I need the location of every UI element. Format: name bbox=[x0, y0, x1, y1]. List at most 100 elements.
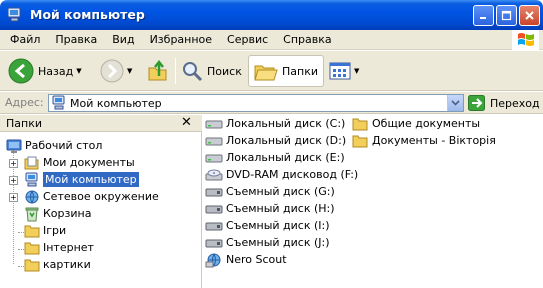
go-arrow-icon bbox=[468, 95, 485, 111]
up-folder-icon bbox=[148, 59, 167, 81]
title-bar[interactable]: Мой компьютер bbox=[0, 0, 543, 30]
folders-pane-title: Папки bbox=[6, 117, 42, 130]
item-label: DVD-RAM дисковод (F:) bbox=[226, 168, 359, 181]
search-icon bbox=[183, 62, 203, 82]
close-icon bbox=[525, 11, 534, 20]
item-label: Съемный диск (H:) bbox=[226, 202, 335, 215]
removable-drive-icon bbox=[205, 188, 223, 196]
go-button[interactable]: Переход bbox=[468, 95, 540, 111]
minimize-icon bbox=[480, 17, 486, 19]
tree-item-recycle-bin[interactable]: Корзина bbox=[24, 205, 91, 222]
folders-label: Папки bbox=[282, 64, 318, 78]
expand-my-computer[interactable]: + bbox=[9, 176, 18, 185]
back-arrow-icon bbox=[8, 58, 34, 84]
address-input[interactable]: Мой компьютер bbox=[48, 94, 464, 112]
menu-view[interactable]: Вид bbox=[105, 33, 142, 46]
tree-item-network[interactable]: Сетевое окружение bbox=[24, 188, 159, 205]
tree-item-label: картики bbox=[43, 258, 91, 271]
folder-icon bbox=[24, 225, 40, 237]
views-button[interactable]: ▼ bbox=[329, 55, 359, 87]
item-label: Локальный диск (C:) bbox=[226, 117, 346, 130]
up-folder-button[interactable] bbox=[146, 55, 170, 87]
folder-icon bbox=[24, 242, 40, 254]
tree-item-folder-pictures[interactable]: картики bbox=[24, 256, 91, 273]
drive-item-f-dvd[interactable]: DVD-RAM дисковод (F:) bbox=[205, 166, 358, 183]
tree-item-label: Інтернет bbox=[43, 241, 94, 254]
removable-drive-icon bbox=[205, 205, 223, 213]
drive-item-d[interactable]: Локальный диск (D:) bbox=[205, 132, 346, 149]
folders-icon bbox=[254, 65, 278, 81]
menu-help[interactable]: Справка bbox=[276, 33, 339, 46]
my-computer-icon bbox=[7, 7, 21, 22]
toolbar: Назад ▼ ▼ Поиск Папки ▼ bbox=[0, 51, 543, 91]
removable-drive-icon bbox=[205, 222, 223, 230]
item-label: Съемный диск (G:) bbox=[226, 185, 335, 198]
forward-dropdown-icon[interactable]: ▼ bbox=[127, 67, 132, 75]
menu-tools[interactable]: Сервис bbox=[220, 33, 276, 46]
drive-item-e[interactable]: Локальный диск (E:) bbox=[205, 149, 345, 166]
folder-item-documents-viktoria[interactable]: Документы - Вікторія bbox=[351, 132, 496, 149]
drive-item-c[interactable]: Локальный диск (C:) bbox=[205, 115, 345, 132]
nero-scout-item[interactable]: Nero Scout bbox=[205, 251, 287, 268]
folder-icon bbox=[352, 135, 368, 147]
drive-item-h[interactable]: Съемный диск (H:) bbox=[205, 200, 335, 217]
tree-item-folder-internet[interactable]: Інтернет bbox=[24, 239, 94, 256]
my-computer-icon bbox=[25, 172, 38, 186]
address-dropdown-button[interactable] bbox=[447, 95, 463, 111]
maximize-button[interactable] bbox=[496, 5, 517, 26]
drive-item-j[interactable]: Съемный диск (J:) bbox=[205, 234, 330, 251]
go-label: Переход bbox=[490, 96, 540, 110]
maximize-icon bbox=[501, 10, 512, 21]
tree-item-label-selected: Мой компьютер bbox=[43, 172, 139, 187]
nero-scout-icon bbox=[205, 253, 221, 267]
chevron-down-icon bbox=[451, 100, 460, 106]
address-value: Мой компьютер bbox=[70, 96, 162, 110]
toolbar-separator bbox=[175, 58, 176, 84]
back-button[interactable]: Назад ▼ bbox=[8, 55, 82, 87]
folder-icon bbox=[352, 118, 368, 130]
search-button[interactable]: Поиск bbox=[181, 55, 242, 87]
close-pane-icon[interactable]: ✕ bbox=[181, 115, 192, 130]
tree-item-label: Ігри bbox=[43, 224, 67, 237]
address-label: Адрес: bbox=[5, 96, 44, 109]
close-button[interactable] bbox=[519, 5, 540, 26]
expand-network[interactable]: + bbox=[9, 193, 18, 202]
drive-item-g[interactable]: Съемный диск (G:) bbox=[205, 183, 335, 200]
tree-item-my-computer[interactable]: Мой компьютер bbox=[24, 171, 139, 188]
back-dropdown-icon[interactable]: ▼ bbox=[76, 67, 81, 75]
tree-item-folder-games[interactable]: Ігри bbox=[24, 222, 66, 239]
item-label: Локальный диск (E:) bbox=[226, 151, 345, 164]
windows-logo bbox=[512, 30, 539, 50]
item-label: Nero Scout bbox=[226, 253, 287, 266]
drive-icon bbox=[205, 137, 223, 145]
toolbar-separator bbox=[322, 58, 323, 84]
forward-button[interactable]: ▼ bbox=[100, 55, 132, 87]
tree-item-label: Мои документы bbox=[43, 156, 135, 169]
minimize-button[interactable] bbox=[473, 5, 494, 26]
my-documents-icon bbox=[24, 156, 39, 169]
drive-icon bbox=[205, 120, 223, 128]
removable-drive-icon bbox=[205, 239, 223, 247]
back-label: Назад bbox=[38, 64, 74, 78]
expand-my-documents[interactable]: + bbox=[9, 159, 18, 168]
drive-icon bbox=[205, 154, 223, 162]
menu-file[interactable]: Файл bbox=[3, 33, 48, 46]
tree-item-my-documents[interactable]: Мои документы bbox=[24, 154, 135, 171]
folders-pane-header: Папки ✕ bbox=[0, 115, 202, 132]
forward-arrow-icon bbox=[100, 59, 124, 83]
menu-edit[interactable]: Правка bbox=[48, 33, 105, 46]
tree-item-label: Рабочий стол bbox=[25, 139, 103, 152]
menu-favorites[interactable]: Избранное bbox=[143, 33, 220, 46]
folder-item-shared-documents[interactable]: Общие документы bbox=[351, 115, 480, 132]
tree-item-label: Сетевое окружение bbox=[43, 190, 159, 203]
folders-button[interactable]: Папки bbox=[248, 55, 324, 87]
item-label: Общие документы bbox=[372, 117, 481, 130]
item-label: Документы - Вікторія bbox=[372, 134, 496, 147]
window-title: Мой компьютер bbox=[30, 7, 145, 22]
drive-item-i[interactable]: Съемный диск (I:) bbox=[205, 217, 330, 234]
views-icon bbox=[329, 62, 351, 80]
views-dropdown-icon[interactable]: ▼ bbox=[354, 67, 359, 75]
tree-item-desktop[interactable]: Рабочий стол bbox=[6, 137, 102, 154]
windows-flag-icon bbox=[517, 33, 534, 46]
address-bar: Адрес: Мой компьютер Переход bbox=[0, 92, 543, 114]
